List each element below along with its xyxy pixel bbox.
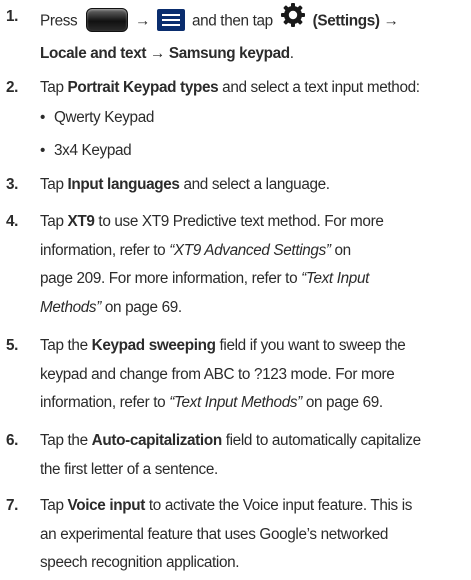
step-text: Tap Portrait Keypad types and select a t… — [40, 79, 420, 96]
home-key-icon — [86, 8, 129, 33]
step-text: Tap Voice input to activate the Voice in… — [40, 497, 413, 571]
step-number: 2. — [6, 79, 19, 96]
list-item: • Qwerty Keypad — [40, 104, 154, 133]
instruction-page: 1. Press → and then tap (Settings) → Loc… — [0, 0, 471, 580]
step-text: Tap the Auto-capitalization field to aut… — [40, 432, 421, 478]
step-text: Tap XT9 to use XT9 Predictive text metho… — [40, 213, 384, 316]
settings-gear-icon — [280, 2, 306, 39]
bullet-icon: • — [40, 109, 46, 126]
arrow-icon: → — [383, 12, 399, 30]
locale-and-text-label: Locale and text — [40, 44, 147, 62]
text-input-methods-reference: “Text Input Methods” — [169, 394, 302, 411]
settings-label: (Settings) — [312, 12, 380, 30]
text-input-methods-reference: “Text Input — [301, 270, 370, 287]
samsung-keypad-label: Samsung keypad — [168, 44, 290, 62]
step-number: 3. — [6, 176, 19, 193]
list-item: • 3x4 Keypad — [40, 137, 132, 166]
xt9-label: XT9 — [67, 213, 95, 230]
step-number: 7. — [6, 497, 19, 514]
keypad-sweeping-label: Keypad sweeping — [91, 337, 216, 354]
portrait-keypad-types-label: Portrait Keypad types — [67, 79, 219, 96]
step-text: Press → and then tap (Settings) → Locale… — [40, 3, 465, 68]
step-number: 4. — [6, 213, 19, 230]
then-tap-text: and then tap — [191, 12, 273, 30]
arrow-icon: → — [135, 12, 151, 30]
step-number: 1. — [6, 8, 19, 25]
step-number: 5. — [6, 337, 19, 354]
step-text: Tap the Keypad sweeping field if you wan… — [40, 337, 406, 411]
step-number: 6. — [6, 432, 19, 449]
bullet-icon: • — [40, 142, 46, 159]
menu-key-icon — [157, 9, 186, 32]
auto-capitalization-label: Auto-capitalization — [91, 432, 223, 449]
voice-input-label: Voice input — [67, 497, 146, 514]
arrow-icon: → — [150, 44, 165, 62]
xt9-settings-reference: “XT9 Advanced Settings” — [169, 241, 331, 259]
press-text: Press — [40, 12, 78, 30]
input-languages-label: Input languages — [67, 176, 180, 193]
step-text: Tap Input languages and select a languag… — [40, 176, 330, 193]
